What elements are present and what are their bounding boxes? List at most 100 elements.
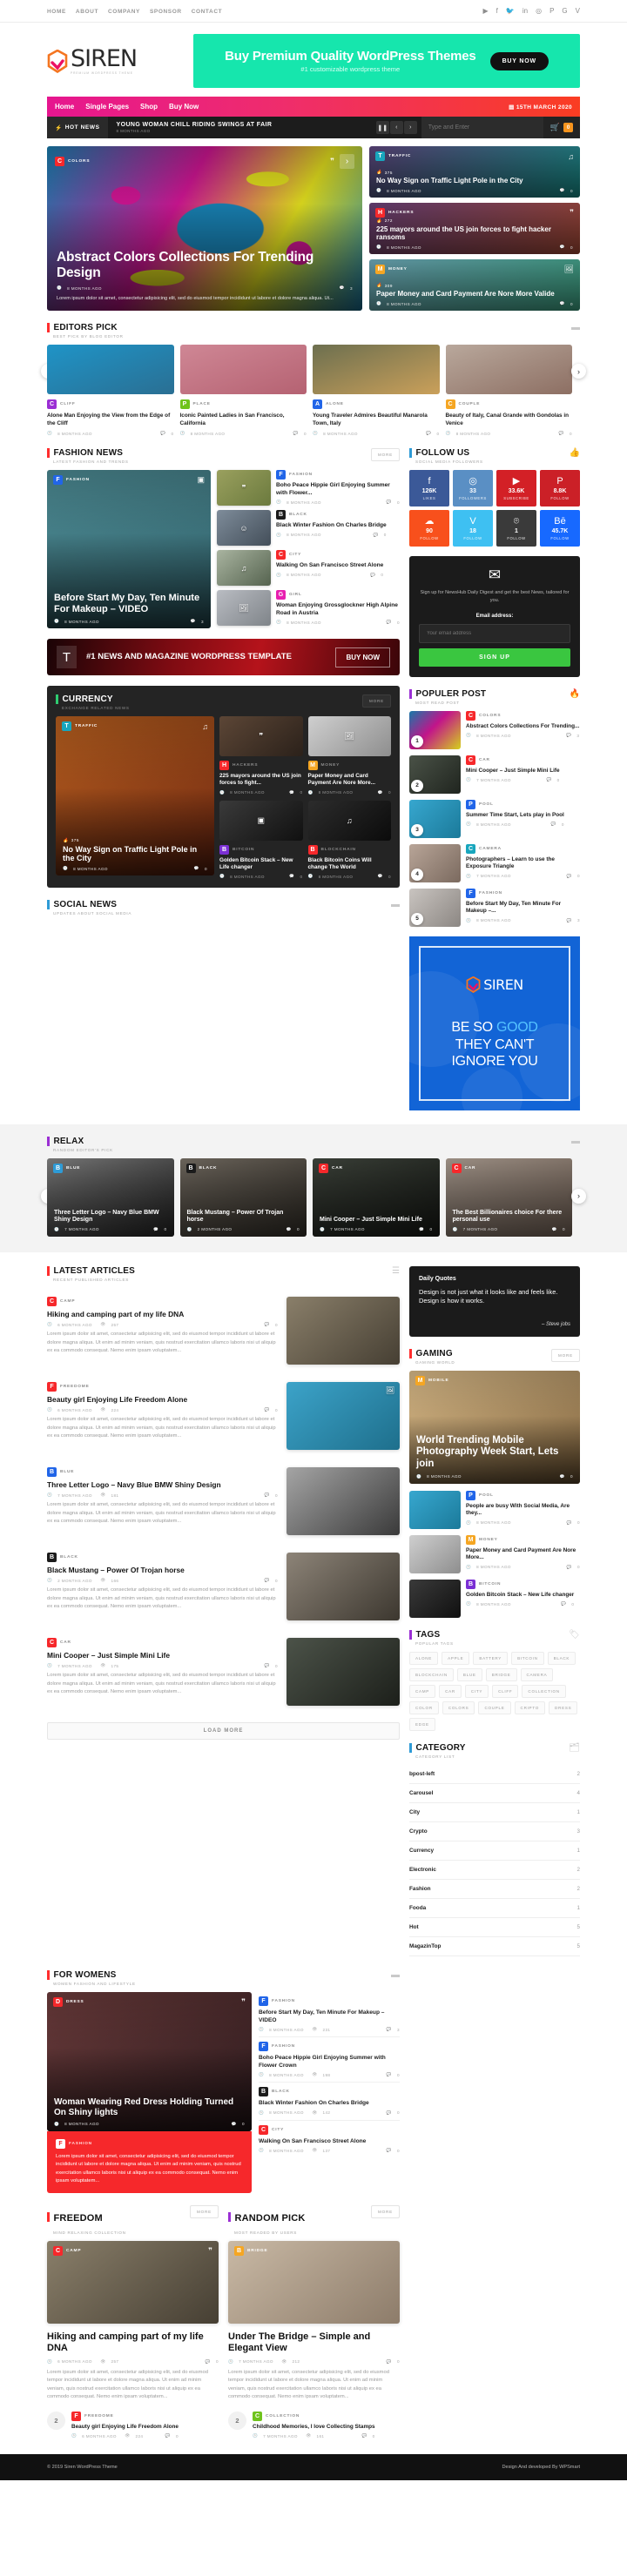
hot-news-controls[interactable]: ❚❚ ‹ ›: [372, 117, 421, 138]
tag-item[interactable]: BRIDGE: [486, 1668, 517, 1681]
category-list-item[interactable]: Currency1: [409, 1841, 580, 1861]
hero-side-card[interactable]: T TRAFFIC ♫ 🔥375 No Way Sign on Traffic …: [369, 146, 580, 198]
hero-title[interactable]: Abstract Colors Collections For Trending…: [57, 250, 353, 280]
item-title[interactable]: Black Winter Fashion On Charles Bridge: [259, 2100, 400, 2108]
freedom-sub-item[interactable]: 2 F FREEDOME Beauty girl Enjoying Life F…: [47, 2412, 219, 2438]
list-item[interactable]: C CITY Walking On San Francisco Street A…: [259, 2121, 400, 2158]
item-title[interactable]: Abstract Colors Collections For Trending…: [466, 723, 579, 730]
article-row[interactable]: F FREEDOME Beauty girl Enjoying Life Fre…: [47, 1373, 400, 1459]
populer-post-item[interactable]: 4 C CAMERA Photographers – Learn to use …: [409, 844, 580, 882]
item-title[interactable]: Walking On San Francisco Street Alone: [259, 2138, 400, 2146]
nav-single-pages[interactable]: Single Pages: [85, 103, 129, 111]
search-box[interactable]: [421, 117, 543, 138]
item-title[interactable]: Black Winter Fashion On Charles Bridge: [276, 522, 387, 530]
relax-item[interactable]: B BLUE Three Letter Logo – Navy Blue BMW…: [47, 1158, 174, 1237]
item-title[interactable]: Young Traveler Admires Beautiful Manarol…: [313, 413, 440, 427]
newsletter-signup-button[interactable]: SIGN UP: [419, 648, 570, 667]
hero-next-button[interactable]: ›: [340, 154, 354, 169]
github-stat[interactable]: ⌾ 1 FOLLOW: [496, 510, 536, 547]
top-nav-about[interactable]: ABOUT: [76, 9, 98, 15]
category-list-item[interactable]: bpost-left2: [409, 1765, 580, 1784]
hero-main-card[interactable]: C COLORS ❞ › Abstract Colors Collections…: [47, 146, 362, 311]
feature-title[interactable]: Before Start My Day, Ten Minute For Make…: [54, 593, 204, 615]
item-title[interactable]: Mini Cooper – Just Simple Mini Life: [466, 768, 560, 775]
item-title[interactable]: Black Mustang – Power Of Trojan horse: [187, 1210, 300, 1224]
tag-item[interactable]: COLLECTION: [522, 1685, 565, 1698]
category-list-item[interactable]: MagazinTop5: [409, 1937, 580, 1956]
hot-news-headline[interactable]: YOUNG WOMAN CHILL RIDING SWINGS AT FAIR: [117, 122, 372, 128]
item-title[interactable]: Before Start My Day, Ten Minute For Make…: [466, 901, 580, 916]
promo-buy-now-button[interactable]: BUY NOW: [490, 52, 549, 70]
tag-item[interactable]: COUPLE: [478, 1701, 510, 1714]
tag-item[interactable]: COLORS: [442, 1701, 475, 1714]
gaming-list-item[interactable]: P POOL People are busy With Social Media…: [409, 1491, 580, 1529]
populer-post-item[interactable]: 2 C CAR Mini Cooper – Just Simple Mini L…: [409, 755, 580, 794]
item-title[interactable]: Black Bitcoin Coins Will change The Worl…: [308, 857, 392, 872]
pinterest-icon[interactable]: P: [549, 8, 554, 15]
currency-item[interactable]: ♫ B BLOCKCHAIN Black Bitcoin Coins Will …: [308, 801, 392, 880]
google-icon[interactable]: G: [562, 8, 567, 15]
tag-item[interactable]: ALONE: [409, 1652, 438, 1665]
side-card-title[interactable]: No Way Sign on Traffic Light Pole in the…: [376, 177, 573, 185]
currency-feature-card[interactable]: T TRAFFIC ♫ 🔥375 No Way Sign on Traffic …: [56, 716, 214, 875]
search-input[interactable]: [428, 124, 536, 131]
tag-item[interactable]: BLOCKCHAIN: [409, 1668, 454, 1681]
list-item[interactable]: ❞ F FASHION Boho Peace Hippie Girl Enjoy…: [217, 470, 400, 506]
article-row[interactable]: B BLACK Black Mustang – Power Of Trojan …: [47, 1544, 400, 1629]
template-ad-banner[interactable]: T #1 NEWS AND MAGAZINE WORDPRESS TEMPLAT…: [47, 639, 400, 675]
facebook-icon[interactable]: f: [496, 8, 498, 15]
tag-item[interactable]: CAMERA: [521, 1668, 554, 1681]
side-card-title[interactable]: 225 mayors around the US join forces to …: [376, 225, 573, 243]
top-social-links[interactable]: ▶ f 🐦 in ◎ P G V: [483, 8, 581, 15]
item-title[interactable]: Summer Time Start, Lets play in Pool: [466, 812, 564, 819]
more-button[interactable]: MORE: [371, 2205, 400, 2218]
editors-pick-item[interactable]: C COUPLE Beauty of Italy, Canal Grande w…: [446, 345, 573, 436]
tag-item[interactable]: CAMP: [409, 1685, 435, 1698]
more-button[interactable]: MORE: [371, 448, 400, 461]
nav-home[interactable]: Home: [55, 103, 74, 111]
editors-pick-item[interactable]: A ALONE Young Traveler Admires Beautiful…: [313, 345, 440, 436]
more-button[interactable]: MORE: [362, 694, 391, 708]
random-pick-image[interactable]: B BRIDGE: [228, 2241, 400, 2324]
list-view-icon[interactable]: ☰: [392, 1266, 400, 1276]
populer-post-item[interactable]: 3 P POOL Summer Time Start, Lets play in…: [409, 800, 580, 838]
article-title[interactable]: Hiking and camping part of my life DNA: [47, 1310, 278, 1319]
item-title[interactable]: Three Letter Logo – Navy Blue BMW Shiny …: [54, 1210, 167, 1224]
tag-item[interactable]: APPLE: [442, 1652, 469, 1665]
top-nav-contact[interactable]: CONTACT: [192, 9, 223, 15]
item-title[interactable]: Beauty of Italy, Canal Grande with Gondo…: [446, 413, 573, 427]
top-nav-sponsor[interactable]: SPONSOR: [150, 9, 182, 15]
item-title[interactable]: Alone Man Enjoying the View from the Edg…: [47, 413, 174, 427]
main-nav[interactable]: Home Single Pages Shop Buy Now ▤ 15TH MA…: [47, 97, 580, 117]
instagram-icon[interactable]: ◎: [536, 8, 542, 15]
article-title[interactable]: Beauty girl Enjoying Life Freedom Alone: [47, 1395, 278, 1405]
hero-category[interactable]: C COLORS: [55, 157, 90, 166]
tag-item[interactable]: BLACK: [548, 1652, 576, 1665]
instagram-stat[interactable]: ◎ 33 FOLLOWERS: [453, 470, 493, 506]
vimeo-icon[interactable]: V: [576, 8, 580, 15]
ad-buy-now-button[interactable]: BUY NOW: [335, 647, 390, 667]
feature-title[interactable]: Woman Wearing Red Dress Holding Turned O…: [54, 2097, 245, 2118]
nav-shop[interactable]: Shop: [140, 103, 158, 111]
feature-title[interactable]: World Trending Mobile Photography Week S…: [416, 1435, 573, 1471]
relax-item[interactable]: C CAR The Best Billionaires choice For t…: [446, 1158, 573, 1237]
editors-pick-carousel[interactable]: ‹ C CLIFF Alone Man Enjoying the View fr…: [47, 345, 580, 436]
vimeo-stat[interactable]: V 18 FOLLOW: [453, 510, 493, 547]
random-pick-sub-item[interactable]: 2 C COLLECTION Childhood Memories, I lov…: [228, 2412, 400, 2438]
tag-item[interactable]: BITCOIN: [511, 1652, 544, 1665]
more-button[interactable]: MORE: [551, 1349, 580, 1362]
top-nav[interactable]: HOME ABOUT COMPANY SPONSOR CONTACT: [47, 9, 222, 15]
category-list-item[interactable]: Crypto3: [409, 1822, 580, 1841]
category-list-item[interactable]: Electronic2: [409, 1861, 580, 1880]
item-title[interactable]: Beauty girl Enjoying Life Freedom Alone: [71, 2424, 179, 2431]
side-card-title[interactable]: Paper Money and Card Payment Are Nore Mo…: [376, 290, 573, 299]
carousel-next-button[interactable]: ›: [571, 364, 586, 379]
item-title[interactable]: 225 mayors around the US join forces to …: [219, 773, 303, 788]
tag-item[interactable]: CITY: [465, 1685, 489, 1698]
top-nav-home[interactable]: HOME: [47, 9, 66, 15]
editors-pick-item[interactable]: P PLACE Iconic Painted Ladies in San Fra…: [180, 345, 307, 436]
youtube-stat[interactable]: ▶ 33.6K SUBSCRIBE: [496, 470, 536, 506]
category-list-item[interactable]: Hot5: [409, 1918, 580, 1937]
item-title[interactable]: The Best Billionaires choice For there p…: [453, 1210, 566, 1224]
article-row[interactable]: C CAMP Hiking and camping part of my lif…: [47, 1288, 400, 1373]
